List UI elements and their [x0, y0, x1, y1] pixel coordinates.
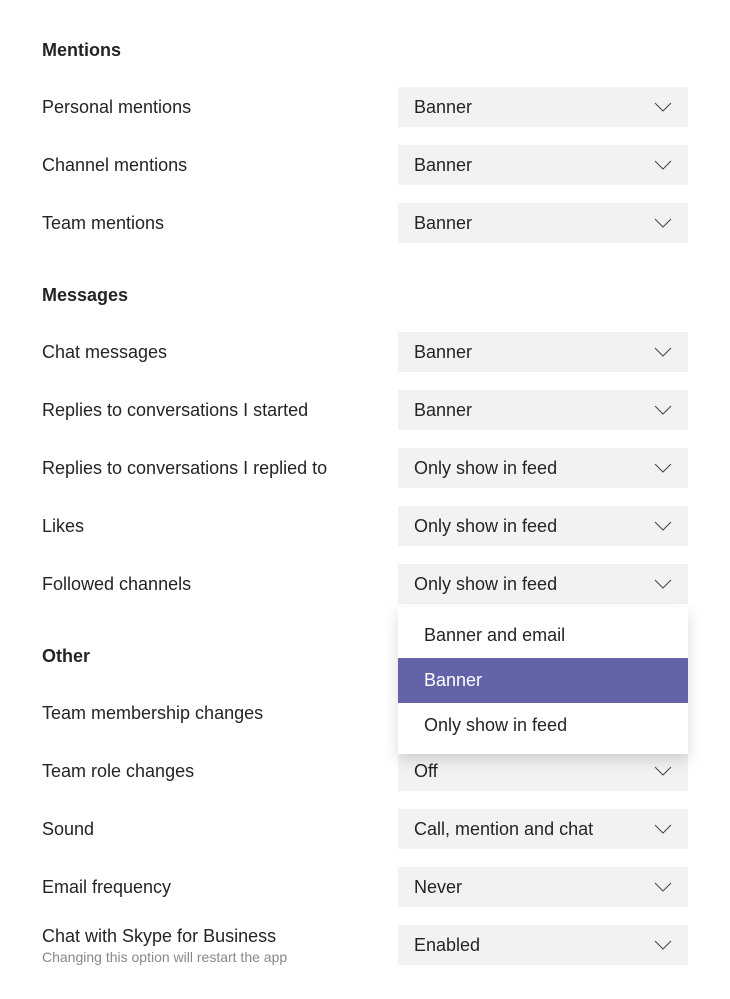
label-team-role-changes: Team role changes: [42, 761, 378, 782]
row-chat-messages: Chat messages Banner: [42, 332, 688, 372]
dropdown-skype[interactable]: Enabled: [398, 925, 688, 965]
section-header-mentions: Mentions: [42, 40, 688, 61]
dropdown-value: Banner: [414, 342, 472, 363]
helper-skype: Changing this option will restart the ap…: [42, 949, 378, 965]
label-likes: Likes: [42, 516, 378, 537]
dropdown-followed-channels[interactable]: Only show in feed: [398, 564, 688, 604]
chevron-down-icon: [654, 102, 672, 112]
dropdown-value: Off: [414, 761, 438, 782]
dropdown-value: Never: [414, 877, 462, 898]
row-replies-replied: Replies to conversations I replied to On…: [42, 448, 688, 488]
chevron-down-icon: [654, 766, 672, 776]
dropdown-menu-followed-channels: Banner and email Banner Only show in fee…: [398, 607, 688, 754]
section-messages: Messages Chat messages Banner Replies to…: [42, 285, 688, 604]
dropdown-value: Banner: [414, 213, 472, 234]
chevron-down-icon: [654, 940, 672, 950]
row-replies-started: Replies to conversations I started Banne…: [42, 390, 688, 430]
row-personal-mentions: Personal mentions Banner: [42, 87, 688, 127]
label-skype: Chat with Skype for Business: [42, 926, 378, 947]
dropdown-chat-messages[interactable]: Banner: [398, 332, 688, 372]
label-followed-channels: Followed channels: [42, 574, 378, 595]
chevron-down-icon: [654, 463, 672, 473]
dropdown-option-banner-and-email[interactable]: Banner and email: [398, 613, 688, 658]
dropdown-value: Only show in feed: [414, 458, 557, 479]
dropdown-channel-mentions[interactable]: Banner: [398, 145, 688, 185]
dropdown-sound[interactable]: Call, mention and chat: [398, 809, 688, 849]
label-email-frequency: Email frequency: [42, 877, 378, 898]
chevron-down-icon: [654, 824, 672, 834]
row-skype: Chat with Skype for Business Changing th…: [42, 925, 688, 965]
row-email-frequency: Email frequency Never: [42, 867, 688, 907]
dropdown-personal-mentions[interactable]: Banner: [398, 87, 688, 127]
chevron-down-icon: [654, 347, 672, 357]
dropdown-value: Banner: [414, 155, 472, 176]
row-followed-channels: Followed channels Only show in feed Bann…: [42, 564, 688, 604]
chevron-down-icon: [654, 882, 672, 892]
label-replies-replied: Replies to conversations I replied to: [42, 458, 378, 479]
chevron-down-icon: [654, 579, 672, 589]
dropdown-value: Only show in feed: [414, 574, 557, 595]
dropdown-value: Banner: [414, 97, 472, 118]
label-channel-mentions: Channel mentions: [42, 155, 378, 176]
dropdown-value: Call, mention and chat: [414, 819, 593, 840]
label-replies-started: Replies to conversations I started: [42, 400, 378, 421]
label-chat-messages: Chat messages: [42, 342, 378, 363]
row-sound: Sound Call, mention and chat: [42, 809, 688, 849]
dropdown-replies-started[interactable]: Banner: [398, 390, 688, 430]
row-channel-mentions: Channel mentions Banner: [42, 145, 688, 185]
dropdown-team-mentions[interactable]: Banner: [398, 203, 688, 243]
dropdown-value: Enabled: [414, 935, 480, 956]
chevron-down-icon: [654, 521, 672, 531]
label-team-mentions: Team mentions: [42, 213, 378, 234]
label-personal-mentions: Personal mentions: [42, 97, 378, 118]
dropdown-email-frequency[interactable]: Never: [398, 867, 688, 907]
row-team-mentions: Team mentions Banner: [42, 203, 688, 243]
dropdown-value: Only show in feed: [414, 516, 557, 537]
dropdown-value: Banner: [414, 400, 472, 421]
row-likes: Likes Only show in feed: [42, 506, 688, 546]
dropdown-option-only-show-in-feed[interactable]: Only show in feed: [398, 703, 688, 748]
label-team-membership-changes: Team membership changes: [42, 703, 378, 724]
chevron-down-icon: [654, 160, 672, 170]
dropdown-likes[interactable]: Only show in feed: [398, 506, 688, 546]
label-sound: Sound: [42, 819, 378, 840]
row-team-role-changes: Team role changes Off: [42, 751, 688, 791]
chevron-down-icon: [654, 218, 672, 228]
section-mentions: Mentions Personal mentions Banner Channe…: [42, 40, 688, 243]
dropdown-option-banner[interactable]: Banner: [398, 658, 688, 703]
section-header-messages: Messages: [42, 285, 688, 306]
chevron-down-icon: [654, 405, 672, 415]
dropdown-team-role-changes[interactable]: Off: [398, 751, 688, 791]
dropdown-replies-replied[interactable]: Only show in feed: [398, 448, 688, 488]
